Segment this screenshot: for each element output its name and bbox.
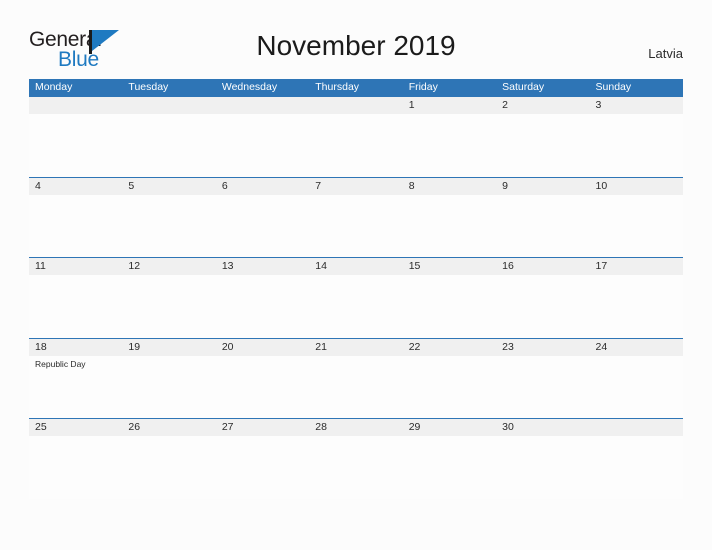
day-number xyxy=(35,97,122,114)
day-cell[interactable]: 26 xyxy=(122,419,215,499)
day-cell[interactable]: 8 xyxy=(403,178,496,258)
day-cell[interactable]: 16 xyxy=(496,258,589,338)
weekday-header-sunday: Sunday xyxy=(595,81,632,93)
day-number: 1 xyxy=(408,99,415,111)
calendar-week-row: 11 12 13 14 15 16 17 xyxy=(29,257,683,338)
page-header: General Blue November 2019 Latvia xyxy=(0,0,712,78)
calendar-week-row: 4 5 6 7 8 9 10 xyxy=(29,176,683,258)
day-cell[interactable]: 6 xyxy=(216,178,309,258)
day-number: 11 xyxy=(35,260,46,272)
day-number: 18 xyxy=(35,340,47,353)
day-cell[interactable]: 19 xyxy=(122,339,215,419)
region-label: Latvia xyxy=(648,46,683,61)
day-number: 23 xyxy=(502,340,514,353)
day-number: 2 xyxy=(502,99,508,111)
weekday-header-row: Monday Tuesday Wednesday Thursday Friday… xyxy=(29,79,683,96)
day-cell[interactable]: 10 xyxy=(590,178,683,258)
day-cell[interactable]: 17 xyxy=(590,258,683,338)
day-number xyxy=(128,97,215,114)
day-cell[interactable] xyxy=(590,419,683,499)
day-number: 27 xyxy=(221,421,234,433)
day-cell[interactable]: 11 xyxy=(29,258,122,338)
day-event: Republic Day xyxy=(35,358,86,369)
day-cell[interactable]: 15 xyxy=(403,258,496,338)
day-cell[interactable]: 29 xyxy=(403,419,496,499)
day-number: 20 xyxy=(221,340,234,353)
day-number: 21 xyxy=(315,340,327,353)
calendar-grid: Monday Tuesday Wednesday Thursday Friday… xyxy=(29,79,683,499)
day-cell[interactable]: 24 xyxy=(590,339,683,419)
day-number: 4 xyxy=(35,179,41,192)
day-cell[interactable]: 2 xyxy=(496,97,589,177)
day-number: 26 xyxy=(128,421,141,433)
weekday-header-saturday: Saturday xyxy=(502,81,545,93)
day-number xyxy=(222,97,309,114)
calendar-week-row: 25 26 27 28 29 30 xyxy=(29,418,683,499)
weekday-header-thursday: Thursday xyxy=(315,81,360,93)
day-number: 22 xyxy=(408,340,421,353)
page-title: November 2019 xyxy=(256,30,456,61)
weekday-header-wednesday: Wednesday xyxy=(221,81,278,93)
day-cell[interactable]: 5 xyxy=(122,178,215,258)
weekday-header-tuesday: Tuesday xyxy=(128,81,169,93)
day-number: 24 xyxy=(595,340,608,353)
day-cell[interactable] xyxy=(216,97,309,177)
day-number xyxy=(596,419,683,436)
day-cell[interactable]: 25 xyxy=(29,419,122,499)
day-number: 29 xyxy=(408,421,421,433)
day-cell[interactable]: 22 xyxy=(403,339,496,419)
day-number: 6 xyxy=(221,179,228,192)
day-number: 10 xyxy=(595,179,608,192)
day-cell[interactable]: 20 xyxy=(216,339,309,419)
weekday-header-monday: Monday xyxy=(35,81,73,93)
day-number: 25 xyxy=(35,421,47,433)
day-number: 19 xyxy=(128,340,141,353)
calendar-week-row: 18 Republic Day 19 20 21 22 23 24 xyxy=(29,337,683,419)
day-number xyxy=(315,97,402,114)
day-number: 7 xyxy=(315,179,322,192)
weekday-header-friday: Friday xyxy=(408,81,438,93)
day-cell[interactable]: 23 xyxy=(496,339,589,419)
day-cell[interactable] xyxy=(309,97,402,177)
day-cell[interactable]: 7 xyxy=(309,178,402,258)
day-cell[interactable]: 4 xyxy=(29,178,122,258)
day-cell[interactable]: 1 xyxy=(403,97,496,177)
day-number: 17 xyxy=(595,260,608,272)
day-cell[interactable]: 21 xyxy=(309,339,402,419)
day-number: 3 xyxy=(595,99,602,111)
day-number: 5 xyxy=(128,179,135,192)
day-number: 13 xyxy=(221,260,234,272)
day-cell[interactable]: 13 xyxy=(216,258,309,338)
day-number: 12 xyxy=(128,260,141,272)
day-cell[interactable] xyxy=(29,97,122,177)
day-number: 15 xyxy=(408,260,421,272)
day-cell[interactable]: 18 Republic Day xyxy=(29,339,122,419)
day-number: 16 xyxy=(502,260,514,272)
day-number: 14 xyxy=(315,260,327,272)
day-cell[interactable]: 3 xyxy=(590,97,683,177)
day-number: 8 xyxy=(408,179,415,192)
calendar-week-row: 1 2 3 xyxy=(29,96,683,177)
day-cell[interactable]: 9 xyxy=(496,178,589,258)
day-cell[interactable]: 30 xyxy=(496,419,589,499)
day-cell[interactable]: 14 xyxy=(309,258,402,338)
day-number: 9 xyxy=(502,179,508,192)
day-cell[interactable]: 28 xyxy=(309,419,402,499)
day-cell[interactable]: 27 xyxy=(216,419,309,499)
day-cell[interactable] xyxy=(122,97,215,177)
day-number: 28 xyxy=(315,421,327,433)
day-number: 30 xyxy=(502,421,514,433)
day-cell[interactable]: 12 xyxy=(122,258,215,338)
